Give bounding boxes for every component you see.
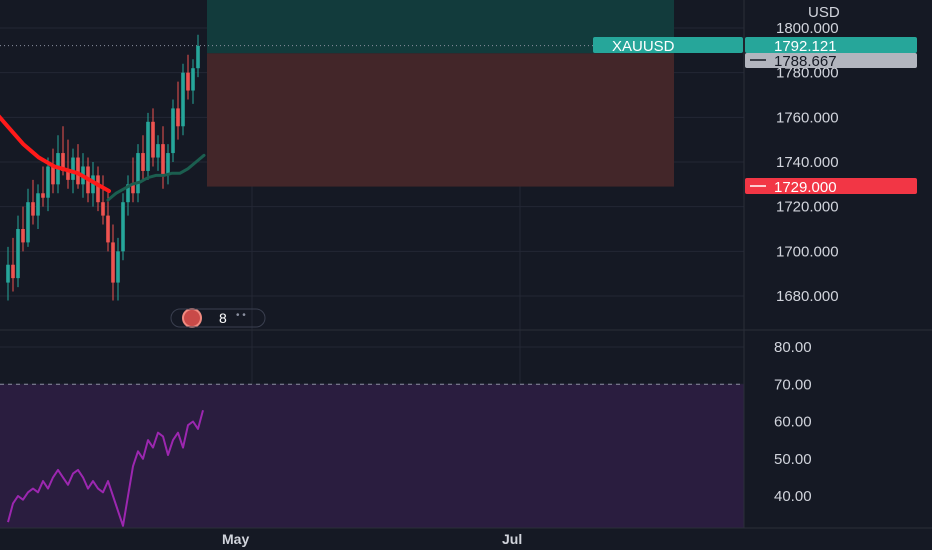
trading-chart[interactable]: USD 1800.0001780.0001760.0001740.0001720…: [0, 0, 932, 550]
candle-body[interactable]: [11, 264, 15, 279]
candle-body[interactable]: [106, 215, 110, 243]
candle-body[interactable]: [191, 68, 195, 91]
candle-body[interactable]: [136, 153, 140, 194]
candle-body[interactable]: [186, 72, 190, 91]
candle-body[interactable]: [141, 153, 145, 171]
price-tick-label: 1720.000: [776, 199, 839, 216]
candle-body[interactable]: [51, 166, 55, 185]
candle-body[interactable]: [36, 193, 40, 216]
candle-body[interactable]: [156, 144, 160, 158]
events-count: 8: [219, 310, 227, 326]
rsi-tick-label: 70.00: [774, 376, 812, 393]
rsi-tick-label: 50.00: [774, 451, 812, 468]
candle-body[interactable]: [101, 202, 105, 216]
entry-price-label: 1788.667: [774, 53, 837, 70]
entry-price-tag: 1788.667: [745, 53, 917, 70]
stop-loss-zone[interactable]: [207, 53, 674, 187]
candle-body[interactable]: [46, 166, 50, 198]
rsi-tick-label: 80.00: [774, 339, 812, 356]
candle-body[interactable]: [26, 202, 30, 243]
candle-body[interactable]: [161, 144, 165, 176]
candle-body[interactable]: [96, 175, 100, 203]
candle-body[interactable]: [16, 229, 20, 279]
time-label-may: May: [222, 531, 249, 547]
rsi-band: [0, 384, 744, 528]
price-axis-currency: USD: [808, 4, 840, 21]
price-tick-label: 1760.000: [776, 109, 839, 126]
candle-body[interactable]: [21, 229, 25, 243]
candle-body[interactable]: [181, 72, 185, 127]
candle-body[interactable]: [31, 202, 35, 216]
candle-body[interactable]: [171, 108, 175, 154]
rsi-tick-label: 40.00: [774, 488, 812, 505]
rsi-pane[interactable]: [0, 383, 744, 528]
candle-body[interactable]: [176, 108, 180, 127]
candle-body[interactable]: [146, 121, 150, 171]
symbol-price-tag: XAUUSD 1792.121: [593, 37, 917, 55]
events-more-icon: • •: [236, 310, 246, 321]
symbol-label: XAUUSD: [612, 38, 675, 55]
price-tick-label: 1680.000: [776, 288, 839, 305]
price-tick-label: 1740.000: [776, 154, 839, 171]
candle-body[interactable]: [116, 251, 120, 283]
candle-body[interactable]: [166, 153, 170, 176]
candle-body[interactable]: [41, 193, 45, 198]
candle-body[interactable]: [6, 264, 10, 283]
price-tick-label: 1800.000: [776, 20, 839, 37]
candle-body[interactable]: [111, 242, 115, 283]
candle-body[interactable]: [196, 45, 200, 69]
stop-price-tag: 1729.000: [745, 178, 917, 196]
candle-body[interactable]: [151, 121, 155, 158]
candle-body[interactable]: [71, 157, 75, 180]
time-label-jul: Jul: [502, 531, 522, 547]
earnings-flag-icon: [182, 308, 202, 328]
rsi-tick-label: 60.00: [774, 414, 812, 431]
candle-body[interactable]: [121, 202, 125, 252]
price-tick-label: 1700.000: [776, 243, 839, 260]
stop-price-label: 1729.000: [774, 179, 837, 196]
